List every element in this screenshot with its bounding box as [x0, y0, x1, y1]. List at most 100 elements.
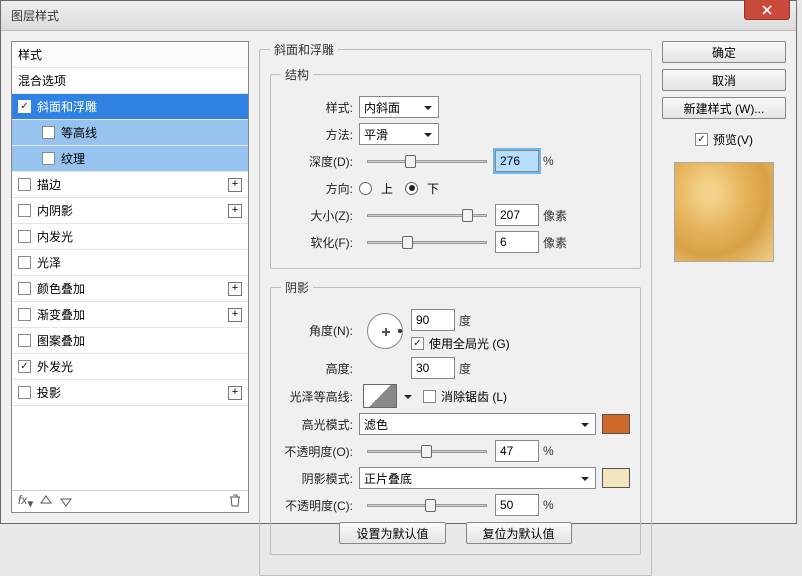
depth-label: 深度(D): [281, 153, 359, 170]
sidebar-item[interactable]: 混合选项 [12, 68, 248, 94]
checkbox-icon[interactable] [18, 256, 31, 269]
checkbox-icon[interactable] [18, 308, 31, 321]
sidebar-item[interactable]: 纹理 [12, 146, 248, 172]
shadow-opacity-input[interactable] [495, 494, 539, 516]
add-icon[interactable]: + [228, 386, 242, 400]
reset-default-button[interactable]: 复位为默认值 [466, 522, 572, 544]
angle-unit: 度 [459, 312, 471, 329]
add-icon[interactable]: + [228, 178, 242, 192]
set-default-button[interactable]: 设置为默认值 [339, 522, 445, 544]
sidebar-item[interactable]: 颜色叠加 + [12, 276, 248, 302]
add-icon[interactable]: + [228, 308, 242, 322]
depth-slider[interactable] [367, 152, 487, 170]
trash-icon[interactable] [228, 493, 242, 507]
ok-button[interactable]: 确定 [662, 41, 786, 63]
checkbox-icon[interactable] [18, 334, 31, 347]
global-light-checkbox[interactable]: 使用全局光 (G) [411, 335, 510, 352]
direction-down-radio[interactable]: 下 [405, 180, 439, 197]
arrow-down-icon[interactable] [59, 494, 73, 508]
checkbox-icon[interactable] [18, 360, 31, 373]
direction-label: 方向: [281, 180, 359, 197]
checkbox-icon[interactable] [42, 126, 55, 139]
direction-up-radio[interactable]: 上 [359, 180, 393, 197]
sidebar-item-label: 纹理 [61, 150, 85, 167]
checkbox-icon[interactable] [18, 178, 31, 191]
shadow-opacity-label: 不透明度(C): [281, 497, 359, 514]
soften-input[interactable] [495, 231, 539, 253]
size-label: 大小(Z): [281, 207, 359, 224]
fx-icon[interactable]: fx▾ [18, 493, 33, 510]
cancel-button[interactable]: 取消 [662, 69, 786, 91]
checkbox-icon[interactable] [18, 386, 31, 399]
action-panel: 确定 取消 新建样式 (W)... 预览(V) [662, 41, 786, 513]
sidebar-item[interactable]: 渐变叠加 + [12, 302, 248, 328]
sidebar-item[interactable]: 内发光 [12, 224, 248, 250]
sidebar-item-label: 内阴影 [37, 202, 73, 219]
altitude-input[interactable] [411, 357, 455, 379]
shadow-opacity-slider[interactable] [367, 496, 487, 514]
sidebar-item-label: 渐变叠加 [37, 306, 85, 323]
sidebar-header: 样式 [12, 42, 248, 68]
angle-dial[interactable] [367, 313, 403, 349]
style-select[interactable]: 内斜面 [359, 96, 439, 118]
highlight-opacity-slider[interactable] [367, 442, 487, 460]
shadow-legend: 阴影 [281, 279, 313, 296]
shadow-mode-select[interactable]: 正片叠底 [359, 467, 596, 489]
checkbox-icon[interactable] [18, 282, 31, 295]
preview-swatch [674, 162, 774, 262]
sidebar-item-label: 等高线 [61, 124, 97, 141]
titlebar[interactable]: 图层样式 [1, 1, 796, 31]
close-button[interactable] [744, 0, 790, 20]
add-icon[interactable]: + [228, 282, 242, 296]
highlight-mode-label: 高光模式: [281, 416, 359, 433]
contour-picker[interactable] [363, 384, 397, 408]
shadow-mode-label: 阴影模式: [281, 470, 359, 487]
highlight-mode-select[interactable]: 滤色 [359, 413, 596, 435]
sidebar-item[interactable]: 投影 + [12, 380, 248, 406]
shadow-color-swatch[interactable] [602, 468, 630, 488]
sidebar-item[interactable]: 等高线 [12, 120, 248, 146]
structure-legend: 结构 [281, 66, 313, 83]
highlight-opacity-input[interactable] [495, 440, 539, 462]
sidebar-item[interactable]: 外发光 [12, 354, 248, 380]
soften-unit: 像素 [543, 234, 567, 251]
group-title: 斜面和浮雕 [270, 41, 338, 58]
new-style-button[interactable]: 新建样式 (W)... [662, 97, 786, 119]
highlight-opacity-label: 不透明度(O): [281, 443, 359, 460]
highlight-color-swatch[interactable] [602, 414, 630, 434]
checkbox-icon[interactable] [18, 230, 31, 243]
sidebar-item[interactable]: 内阴影 + [12, 198, 248, 224]
window-title: 图层样式 [11, 7, 59, 24]
preview-checkbox[interactable]: 预览(V) [662, 131, 786, 148]
sidebar-item-label: 光泽 [37, 254, 61, 271]
altitude-label: 高度: [281, 360, 359, 377]
checkbox-icon[interactable] [18, 204, 31, 217]
size-slider[interactable] [367, 206, 487, 224]
depth-input[interactable] [495, 150, 539, 172]
sidebar-item-label: 颜色叠加 [37, 280, 85, 297]
add-icon[interactable]: + [228, 204, 242, 218]
sidebar-footer: fx▾ [12, 490, 248, 512]
sidebar-item[interactable]: 描边 + [12, 172, 248, 198]
angle-label: 角度(N): [281, 322, 359, 339]
antialias-checkbox[interactable]: 消除锯齿 (L) [423, 388, 507, 405]
arrow-up-icon[interactable] [39, 494, 53, 508]
method-label: 方法: [281, 126, 359, 143]
sidebar-item[interactable]: 光泽 [12, 250, 248, 276]
checkbox-icon[interactable] [18, 100, 31, 113]
sidebar-item[interactable]: 图案叠加 [12, 328, 248, 354]
angle-input[interactable] [411, 309, 455, 331]
shadow-opacity-unit: % [543, 498, 554, 512]
soften-label: 软化(F): [281, 234, 359, 251]
sidebar-item-label: 外发光 [37, 358, 73, 375]
checkbox-icon[interactable] [42, 152, 55, 165]
bevel-emboss-group: 斜面和浮雕 结构 样式: 内斜面 方法: 平滑 深度(D): [259, 41, 652, 576]
sidebar-item-label: 描边 [37, 176, 61, 193]
method-select[interactable]: 平滑 [359, 123, 439, 145]
layer-style-dialog: 图层样式 样式混合选项斜面和浮雕等高线纹理描边+内阴影+内发光光泽颜色叠加+渐变… [0, 0, 797, 524]
soften-slider[interactable] [367, 233, 487, 251]
size-input[interactable] [495, 204, 539, 226]
sidebar-item-label: 投影 [37, 384, 61, 401]
size-unit: 像素 [543, 207, 567, 224]
sidebar-item[interactable]: 斜面和浮雕 [12, 94, 248, 120]
